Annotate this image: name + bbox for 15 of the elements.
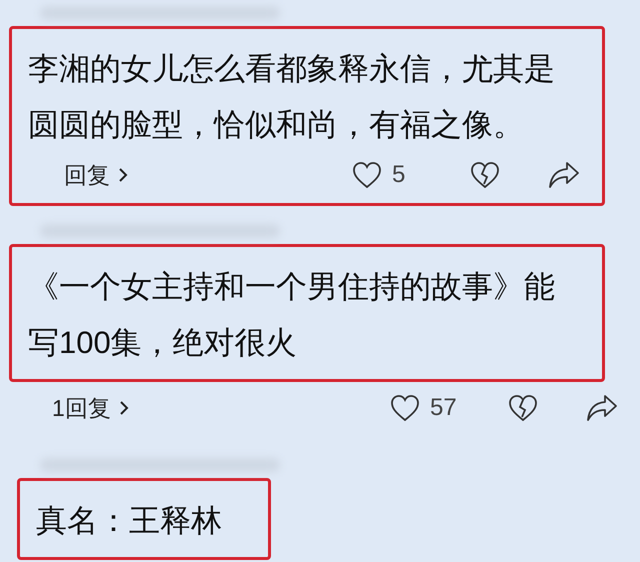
heart-icon[interactable] — [390, 394, 420, 422]
comment-text: 真名：王释林 — [36, 502, 223, 540]
share-icon[interactable] — [586, 394, 618, 422]
like-count: 57 — [430, 393, 458, 423]
reply-link[interactable]: 1回复 — [52, 390, 111, 426]
like-count: 5 — [392, 160, 406, 190]
chevron-right-icon[interactable] — [118, 167, 128, 183]
comment-text: 《一个女主持和一个男住持的故事》能写100集，绝对很火 — [28, 268, 556, 362]
broken-heart-icon[interactable] — [508, 394, 538, 422]
comment-text: 李湘的女儿怎么看都象释永信，尤其是圆圆的脸型，恰似和尚，有福之像。 — [28, 50, 556, 144]
broken-heart-icon[interactable] — [470, 161, 500, 189]
heart-icon[interactable] — [352, 161, 382, 189]
reply-link[interactable]: 回复 — [64, 158, 110, 192]
share-icon[interactable] — [548, 161, 580, 189]
chevron-right-icon[interactable] — [118, 400, 129, 416]
